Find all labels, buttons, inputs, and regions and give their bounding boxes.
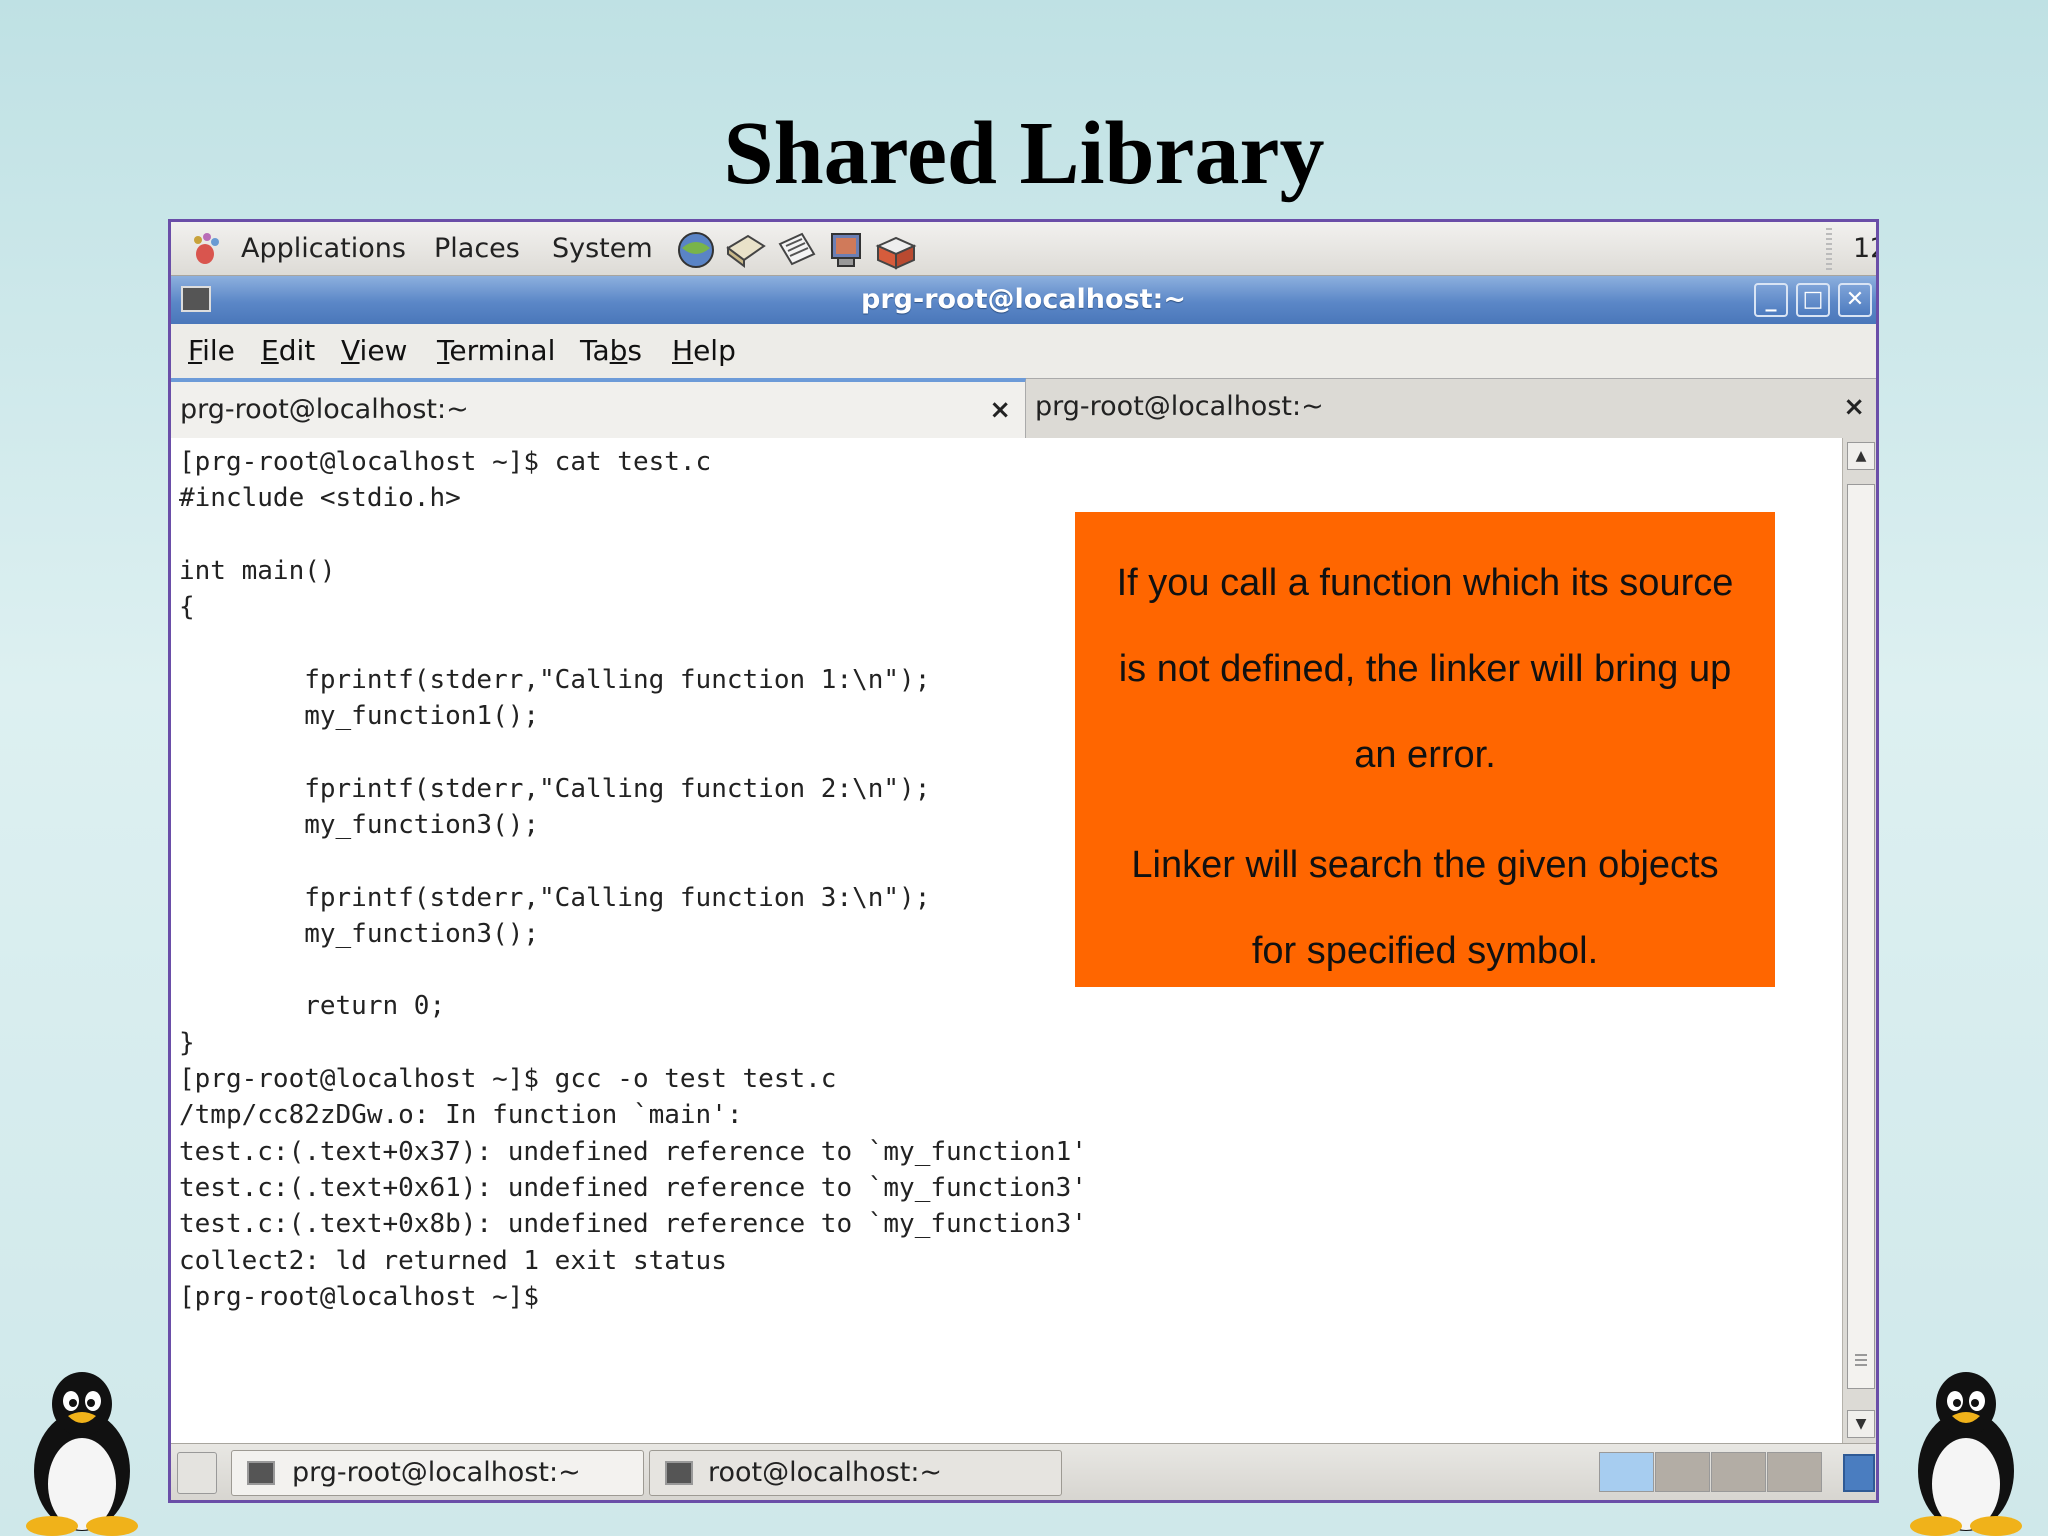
minimize-button[interactable]: _ <box>1754 283 1788 317</box>
callout-line: is not defined, the linker will bring up <box>1118 648 1732 690</box>
workspace-3[interactable] <box>1711 1452 1766 1492</box>
close-button[interactable]: ✕ <box>1838 283 1872 317</box>
maximize-button[interactable]: □ <box>1796 283 1830 317</box>
slide-title: Shared Library <box>723 104 1325 203</box>
scroll-up-icon[interactable]: ▲ <box>1847 442 1875 470</box>
menubar: File Edit View Terminal Tabs Help <box>171 324 1876 379</box>
menu-edit[interactable]: Edit <box>261 324 315 378</box>
window-title: prg-root@localhost:~ <box>861 284 1186 315</box>
callout-line: an error. <box>1354 734 1496 776</box>
text-editor-icon[interactable] <box>774 230 818 270</box>
tab-close-icon[interactable]: × <box>1843 379 1865 435</box>
workspace-2[interactable] <box>1655 1452 1710 1492</box>
top-panel: Applications Places System 12:02 PM <box>171 222 1876 317</box>
terminal-icon <box>665 1461 693 1485</box>
menu-applications[interactable]: Applications <box>241 222 406 275</box>
window-titlebar[interactable]: prg-root@localhost:~ _ □ ✕ <box>171 276 1876 324</box>
terminal-line: [prg-root@localhost ~]$ gcc -o test test… <box>179 1064 837 1095</box>
trash-icon[interactable] <box>1843 1454 1875 1492</box>
screenshot-icon[interactable] <box>824 230 868 270</box>
clock[interactable]: 12:02 PM <box>1853 222 1876 317</box>
terminal-line: /tmp/cc82zDGw.o: In function `main': <box>179 1100 743 1131</box>
taskbar-item[interactable]: prg-root@localhost:~ <box>231 1450 644 1496</box>
scroll-down-icon[interactable]: ▼ <box>1847 1410 1875 1438</box>
callout-line: If you call a function which its source <box>1116 562 1734 604</box>
menu-tabs[interactable]: Tabs <box>580 324 642 378</box>
terminal-line: [prg-root@localhost ~]$ <box>179 1281 540 1312</box>
terminal-line: test.c:(.text+0x8b): undefined reference… <box>179 1209 1087 1240</box>
taskbar-item[interactable]: root@localhost:~ <box>649 1450 1062 1496</box>
tab-terminal-1[interactable]: prg-root@localhost:~ × <box>171 378 1026 438</box>
tux-penguin-icon <box>26 1372 138 1536</box>
menu-system[interactable]: System <box>552 222 653 275</box>
menu-terminal[interactable]: Terminal <box>437 324 555 378</box>
workspace-1[interactable] <box>1599 1452 1654 1492</box>
terminal-line: collect2: ld returned 1 exit status <box>179 1245 727 1276</box>
terminal-line: return 0; <box>179 991 446 1022</box>
terminal-line: test.c:(.text+0x61): undefined reference… <box>179 1172 1087 1203</box>
tab-close-icon[interactable]: × <box>989 382 1011 438</box>
tab-label: prg-root@localhost:~ <box>180 394 469 425</box>
tab-terminal-2[interactable]: prg-root@localhost:~ × <box>1026 378 1876 438</box>
callout-line: Linker will search the given objects <box>1131 844 1719 886</box>
tux-penguin-icon <box>1910 1372 2022 1536</box>
package-icon[interactable] <box>874 230 918 270</box>
terminal-line: [prg-root@localhost ~]$ cat test.c <box>179 447 712 477</box>
terminal-icon <box>247 1461 275 1485</box>
gnome-foot-icon[interactable] <box>188 232 224 266</box>
show-desktop-icon[interactable] <box>177 1452 217 1494</box>
menu-view[interactable]: View <box>341 324 407 378</box>
bottom-panel: prg-root@localhost:~ root@localhost:~ <box>171 1443 1876 1500</box>
panel-separator <box>1826 228 1832 270</box>
scrollbar[interactable]: ▲ ▼ <box>1842 438 1876 1443</box>
menu-help[interactable]: Help <box>672 324 736 378</box>
tab-bar: prg-root@localhost:~ × prg-root@localhos… <box>171 378 1876 438</box>
web-browser-icon[interactable] <box>674 230 718 270</box>
callout-box: If you call a function which its source … <box>1075 512 1775 987</box>
terminal-line: test.c:(.text+0x37): undefined reference… <box>179 1136 1087 1167</box>
terminal-line: } <box>179 1027 195 1058</box>
scrollbar-thumb[interactable] <box>1847 484 1875 1389</box>
tab-label: prg-root@localhost:~ <box>1035 391 1324 422</box>
grip-icon <box>1855 1354 1867 1368</box>
email-icon[interactable] <box>724 230 768 270</box>
menu-file[interactable]: File <box>188 324 235 378</box>
menu-places[interactable]: Places <box>434 222 520 275</box>
workspace-4[interactable] <box>1767 1452 1822 1492</box>
callout-line: for specified symbol. <box>1251 930 1599 972</box>
